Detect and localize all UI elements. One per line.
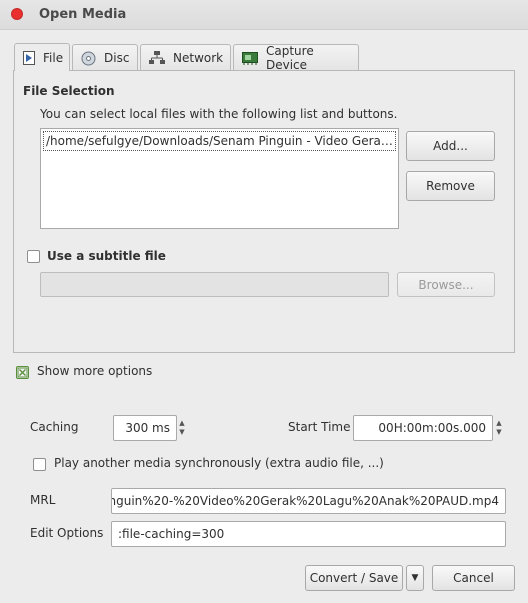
tab-disc-label: Disc [104,51,130,65]
convert-dropdown-button[interactable]: ▼ [406,565,424,591]
cancel-button[interactable]: Cancel [432,565,515,591]
show-more-options-label: Show more options [37,364,153,378]
list-item[interactable]: /home/sefulgye/Downloads/Senam Pinguin -… [43,131,396,151]
file-selection-title: File Selection [23,84,115,98]
spin-down-icon[interactable]: ▼ [179,428,184,437]
start-time-label: Start Time [288,420,351,434]
play-sync-checkbox[interactable] [33,458,46,471]
tab-network[interactable]: Network [140,44,231,71]
tab-network-label: Network [173,51,224,65]
window-title: Open Media [39,7,127,22]
convert-save-button[interactable]: Convert / Save [305,565,403,591]
mrl-label: MRL [30,493,56,507]
tab-capture-device-label: Capture Device [266,44,314,72]
caching-label: Caching [30,420,79,434]
caching-input[interactable]: 300 ms [113,415,177,441]
file-play-icon [23,50,35,65]
close-window-button[interactable] [11,8,23,20]
file-list[interactable]: /home/sefulgye/Downloads/Senam Pinguin -… [40,128,399,229]
subtitle-checkbox[interactable] [27,250,40,263]
checkbox-check-icon [17,367,28,378]
mrl-input[interactable]: %20Pinguin%20-%20Video%20Gerak%20Lagu%20… [111,488,506,514]
spin-down-icon[interactable]: ▼ [496,428,501,437]
add-button[interactable]: Add... [406,131,495,161]
browse-button[interactable]: Browse... [397,272,495,297]
remove-button[interactable]: Remove [406,171,495,201]
tab-disc[interactable]: Disc [72,44,138,71]
spin-up-icon[interactable]: ▲ [179,419,184,428]
file-selection-description: You can select local files with the foll… [40,107,398,121]
capture-card-icon [242,51,258,65]
subtitle-path-input[interactable] [40,272,389,297]
chevron-down-icon: ▼ [411,573,419,583]
edit-options-label: Edit Options [30,526,104,540]
tab-capture-device[interactable]: Capture Device [233,44,359,72]
start-time-spinner[interactable]: ▲ ▼ [494,415,504,441]
tab-file-label: File [43,50,64,65]
edit-options-input[interactable]: :file-caching=300 [111,521,506,547]
network-icon [149,51,165,65]
start-time-input[interactable]: 00H:00m:00s.000 [353,415,493,441]
show-more-options-checkbox[interactable] [16,366,29,379]
spin-up-icon[interactable]: ▲ [496,419,501,428]
tab-file[interactable]: File [14,43,70,71]
disc-icon [81,51,96,66]
subtitle-label: Use a subtitle file [47,249,166,263]
play-sync-label: Play another media synchronously (extra … [54,456,384,470]
caching-spinner[interactable]: ▲ ▼ [177,415,187,441]
